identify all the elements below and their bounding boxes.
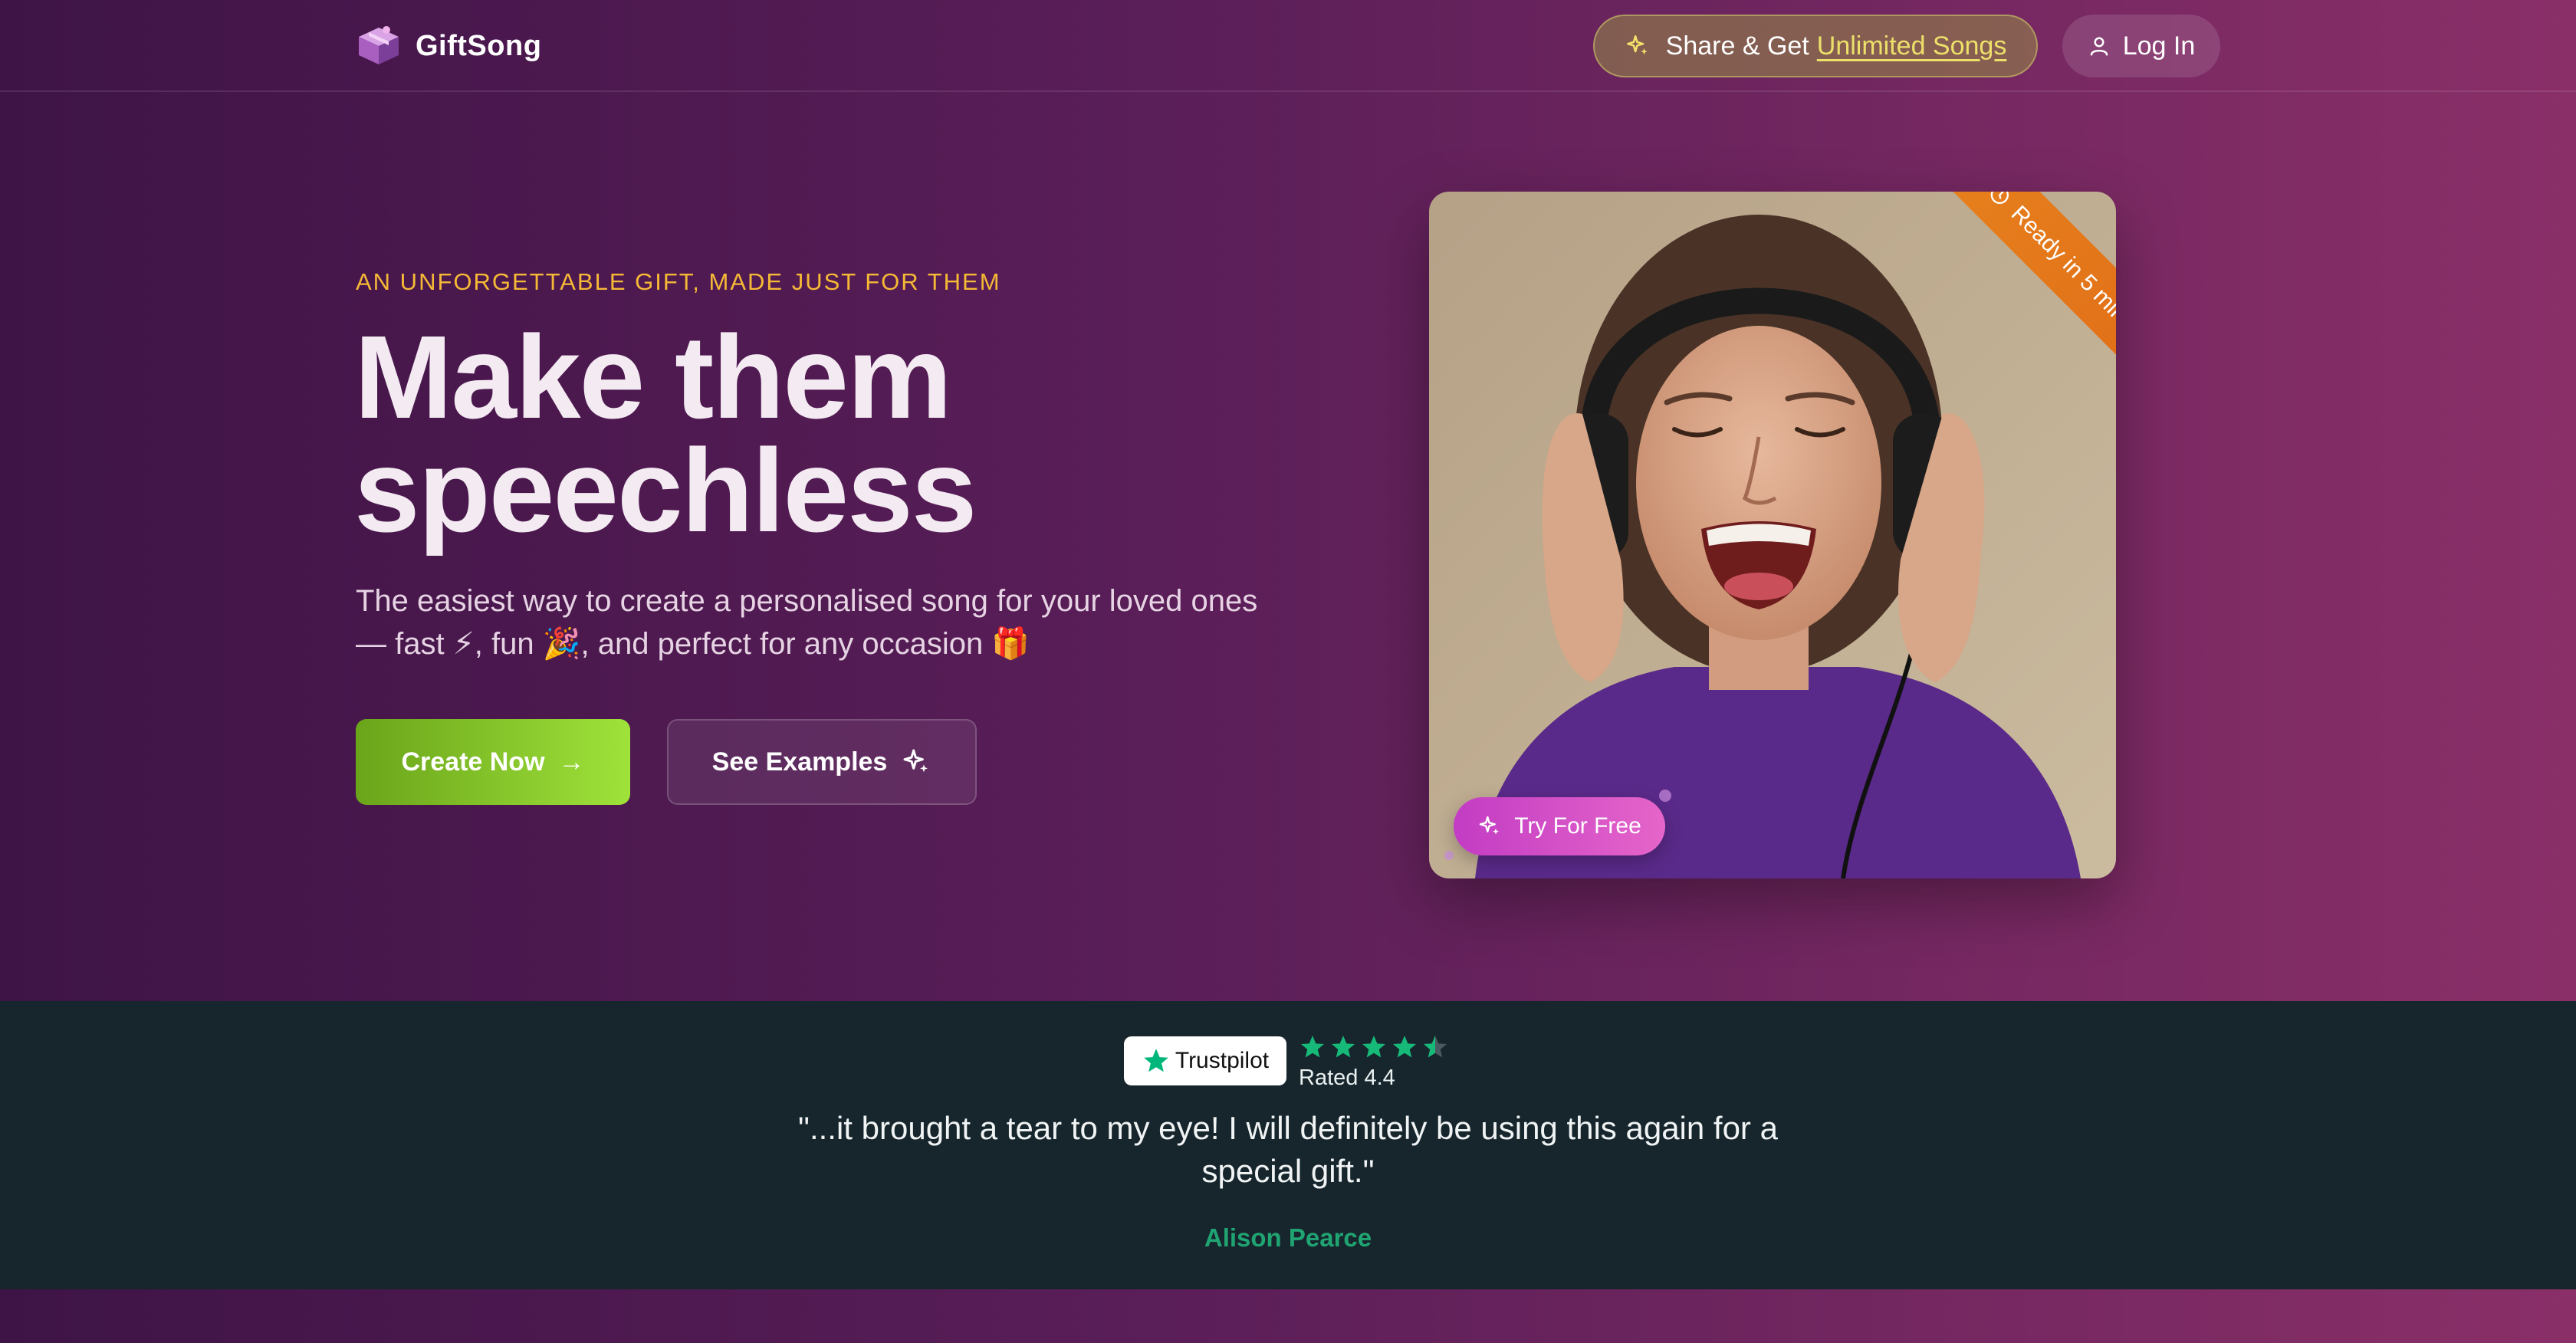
rating-text: Rated 4.4 — [1299, 1066, 1395, 1090]
woman-with-headphones-photo — [1429, 192, 2116, 878]
trustpilot-badge[interactable]: Trustpilot — [1124, 1036, 1286, 1085]
gift-box-icon — [359, 26, 399, 64]
trustpilot-star-icon — [1144, 1049, 1168, 1072]
share-highlight: Unlimited Songs — [1816, 31, 2007, 61]
share-prefix: Share & Get — [1665, 31, 1809, 61]
decor-dot — [1444, 851, 1454, 860]
create-now-button[interactable]: Create Now → — [356, 719, 630, 805]
see-examples-label: See Examples — [711, 747, 888, 777]
star-icon — [1332, 1036, 1355, 1058]
sparkle-icon — [903, 749, 928, 773]
star-icon — [1393, 1036, 1416, 1058]
arrow-right-icon: → — [558, 747, 585, 777]
create-now-label: Create Now — [401, 747, 545, 777]
login-button[interactable]: Log In — [2062, 15, 2220, 77]
hero-eyebrow: AN UNFORGETTABLE GIFT, MADE JUST FOR THE… — [356, 268, 1001, 295]
rating-stars — [1299, 1033, 1452, 1061]
brand-name: GiftSong — [416, 29, 542, 62]
review-section: Trustpilot Rated 4.4 "...it brought a te… — [0, 1001, 2576, 1289]
hero-headline: Make them speechless — [354, 318, 1274, 550]
try-for-free-label: Try For Free — [1514, 813, 1641, 839]
headline-line-2: speechless — [354, 425, 977, 557]
login-label: Log In — [2122, 31, 2196, 61]
hero-image-card: Ready in 5 min Try For Free — [1429, 192, 2116, 878]
top-nav: GiftSong Share & Get Unlimited Songs Log … — [0, 0, 2576, 92]
trustpilot-name: Trustpilot — [1175, 1048, 1270, 1073]
brand-home-link[interactable]: GiftSong — [356, 23, 541, 69]
headline-line-1: Make them — [354, 311, 952, 443]
user-icon — [2090, 37, 2108, 56]
star-icon — [1301, 1036, 1324, 1058]
review-author: Alison Pearce — [1204, 1223, 1372, 1252]
clock-icon — [1990, 192, 2009, 204]
hero-subtext: The easiest way to create a personalised… — [356, 584, 1258, 661]
decor-dot — [1659, 790, 1671, 802]
review-quote: "...it brought a tear to my eye! I will … — [798, 1110, 1778, 1189]
share-unlimited-songs-button[interactable]: Share & Get Unlimited Songs — [1593, 15, 2038, 77]
half-star-icon — [1424, 1036, 1447, 1058]
try-for-free-button[interactable]: Try For Free — [1454, 797, 1665, 855]
sparkle-icon — [1626, 34, 1648, 55]
star-icon — [1362, 1036, 1385, 1058]
see-examples-button[interactable]: See Examples — [667, 719, 977, 805]
sparkle-icon — [1480, 816, 1500, 835]
